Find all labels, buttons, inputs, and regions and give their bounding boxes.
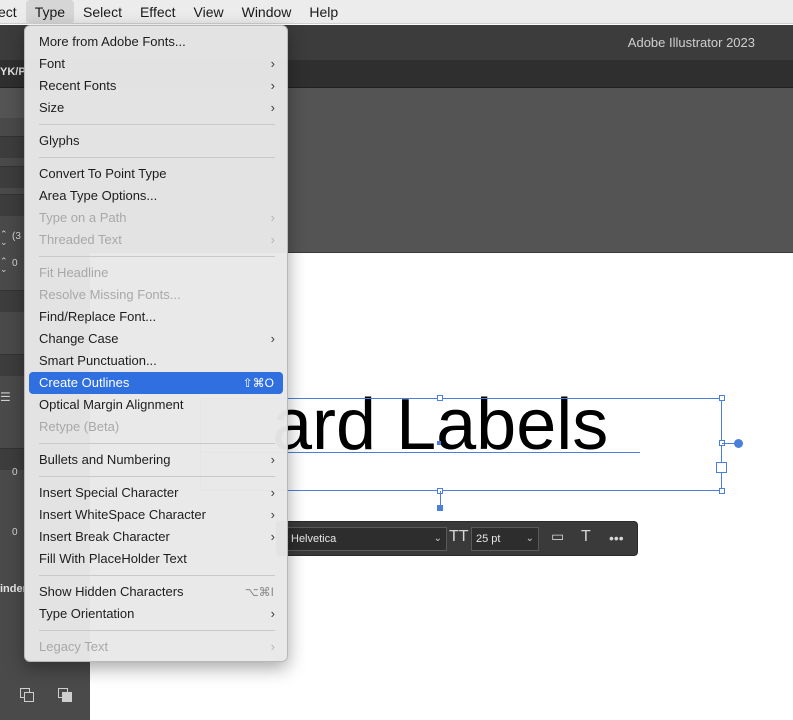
rotate-handle-icon[interactable]: [734, 439, 743, 448]
handle-stem: [440, 491, 441, 505]
chevron-right-icon: ›: [270, 56, 275, 71]
menu-item-font[interactable]: Font ›: [29, 53, 283, 75]
menu-separator: [39, 630, 275, 631]
arrange-icon[interactable]: [58, 688, 72, 702]
copy-icon[interactable]: [20, 688, 34, 702]
menu-item-insert-special-character[interactable]: Insert Special Character ›: [29, 482, 283, 504]
menu-item-area-type-options[interactable]: Area Type Options...: [29, 185, 283, 207]
chevron-right-icon: ›: [270, 232, 275, 247]
chevron-right-icon: ›: [270, 452, 275, 467]
menu-separator: [39, 443, 275, 444]
menu-effect[interactable]: Effect: [131, 0, 185, 24]
font-size-value: 25 pt: [476, 533, 501, 545]
menu-item-change-case[interactable]: Change Case ›: [29, 328, 283, 350]
chevron-right-icon: ›: [270, 210, 275, 225]
chevron-right-icon: ›: [270, 529, 275, 544]
menu-separator: [39, 575, 275, 576]
spinner-icon[interactable]: ⌃ ⌄: [0, 230, 10, 247]
menu-window[interactable]: Window: [233, 0, 301, 24]
chevron-down-icon: ⌄: [525, 533, 534, 544]
handle-bottom-right[interactable]: [719, 488, 725, 494]
menu-separator: [39, 157, 275, 158]
contextual-task-bar: Helvetica ⌄ TT 25 pt ⌄ ▭ T •••: [276, 521, 638, 556]
menu-item-smart-punctuation[interactable]: Smart Punctuation...: [29, 350, 283, 372]
chevron-right-icon: ›: [270, 507, 275, 522]
panel-field-value[interactable]: (3: [12, 231, 21, 242]
menu-item-show-hidden-characters[interactable]: Show Hidden Characters ⌥⌘I: [29, 581, 283, 603]
chevron-right-icon: ›: [270, 639, 275, 654]
chevron-right-icon: ›: [270, 331, 275, 346]
out-port-icon[interactable]: [716, 462, 727, 473]
chevron-down-icon: ⌄: [433, 533, 442, 544]
menu-help[interactable]: Help: [300, 0, 347, 24]
align-lines-icon[interactable]: ☰: [0, 390, 11, 404]
menu-item-find-replace-font[interactable]: Find/Replace Font...: [29, 306, 283, 328]
menu-select[interactable]: Select: [74, 0, 131, 24]
handle-top-right[interactable]: [719, 395, 725, 401]
menu-item-type-orientation[interactable]: Type Orientation ›: [29, 603, 283, 625]
menu-item-threaded-text: Threaded Text ›: [29, 229, 283, 251]
chevron-right-icon: ›: [270, 485, 275, 500]
menu-item-recent-fonts[interactable]: Recent Fonts ›: [29, 75, 283, 97]
app-title: Adobe Illustrator 2023: [627, 35, 755, 50]
font-family-select[interactable]: Helvetica ⌄: [287, 527, 447, 551]
menu-item-fit-headline: Fit Headline: [39, 265, 109, 280]
panel-section-label: inder: [0, 583, 27, 595]
shortcut-label: ⌥⌘I: [244, 585, 274, 599]
menu-item-retype-beta: Retype (Beta): [39, 419, 120, 434]
chevron-right-icon: ›: [270, 606, 275, 621]
menu-item-insert-whitespace-character[interactable]: Insert WhiteSpace Character ›: [29, 504, 283, 526]
menu-item-glyphs[interactable]: Glyphs: [29, 130, 283, 152]
menu-item-resolve-missing-fonts: Resolve Missing Fonts...: [39, 287, 181, 302]
menu-bar: ect Type Select Effect View Window Help: [0, 0, 793, 24]
document-tab[interactable]: YK/P: [0, 66, 26, 78]
type-menu-dropdown: More from Adobe Fonts... Font › Recent Fo…: [24, 25, 288, 662]
paragraph-icon[interactable]: ▭: [551, 528, 564, 545]
menu-item-optical-margin-alignment[interactable]: Optical Margin Alignment: [29, 394, 283, 416]
menu-item-insert-break-character[interactable]: Insert Break Character ›: [29, 526, 283, 548]
panel-field-value[interactable]: 0: [12, 527, 18, 538]
menu-item-type-on-a-path: Type on a Path ›: [29, 207, 283, 229]
font-size-icon: TT: [449, 528, 469, 545]
menu-item-size[interactable]: Size ›: [29, 97, 283, 119]
menu-type[interactable]: Type: [25, 0, 75, 24]
more-options-icon[interactable]: •••: [609, 530, 624, 546]
handle-anchor[interactable]: [437, 505, 443, 511]
font-family-value: Helvetica: [291, 533, 337, 545]
chevron-right-icon: ›: [270, 100, 275, 115]
menu-separator: [39, 476, 275, 477]
menu-separator: [39, 124, 275, 125]
handle-top[interactable]: [437, 395, 443, 401]
menu-item-fill-with-placeholder-text[interactable]: Fill With PlaceHolder Text: [29, 548, 283, 570]
menu-item-convert-to-point-type[interactable]: Convert To Point Type: [29, 163, 283, 185]
type-tool-icon[interactable]: T: [581, 528, 591, 546]
menu-edit[interactable]: ect: [0, 0, 26, 24]
panel-field-value[interactable]: 0: [12, 258, 18, 269]
spinner-icon[interactable]: ⌃ ⌄: [0, 257, 10, 274]
menu-separator: [39, 256, 275, 257]
chevron-right-icon: ›: [270, 78, 275, 93]
menu-item-legacy-text: Legacy Text ›: [29, 636, 283, 658]
font-size-select[interactable]: 25 pt ⌄: [471, 527, 539, 551]
menu-view[interactable]: View: [185, 0, 233, 24]
panel-field-value[interactable]: 0: [12, 467, 18, 478]
menu-item-create-outlines[interactable]: Create Outlines ⇧⌘O: [29, 372, 283, 394]
menu-item-more-from-adobe-fonts[interactable]: More from Adobe Fonts...: [29, 31, 283, 53]
shortcut-label: ⇧⌘O: [242, 376, 274, 390]
text-cursor: [437, 441, 441, 445]
menu-item-bullets-and-numbering[interactable]: Bullets and Numbering ›: [29, 449, 283, 471]
